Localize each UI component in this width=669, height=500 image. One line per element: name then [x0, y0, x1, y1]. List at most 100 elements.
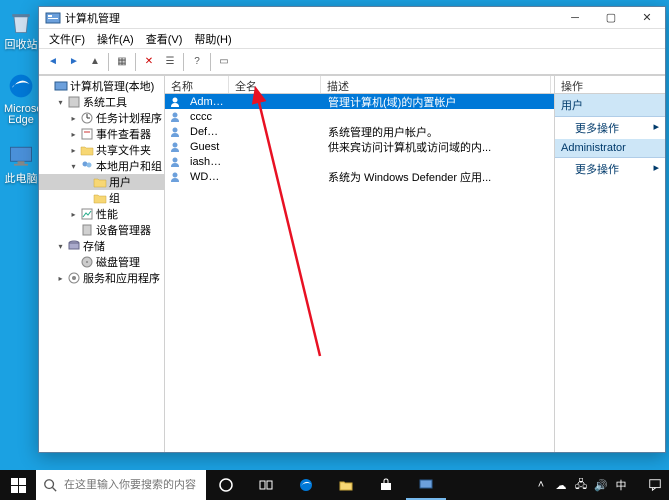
column-header-0[interactable]: 名称 — [165, 76, 229, 93]
tree-label: 设备管理器 — [96, 222, 151, 238]
tree-twisty-icon — [67, 256, 80, 269]
titlebar[interactable]: 计算机管理 ─ ▢ ✕ — [39, 7, 665, 29]
tree-node-4[interactable]: ▸共享文件夹 — [39, 142, 164, 158]
explorer-icon — [338, 477, 354, 493]
taskbar-edge-button[interactable] — [286, 470, 326, 500]
computer-management-window: 计算机管理 ─ ▢ ✕ 文件(F)操作(A)查看(V)帮助(H) ◄ ►▲ ▦ ✕ ☰?… — [38, 6, 666, 453]
search-icon — [36, 478, 64, 492]
action-item-0-0[interactable]: 更多操作 ▸ — [555, 117, 665, 139]
tree-node-12[interactable]: ▸服务和应用程序 — [39, 270, 164, 286]
tree-node-9[interactable]: 设备管理器 — [39, 222, 164, 238]
user-icon — [169, 156, 181, 168]
menu-item-0[interactable]: 文件(F) — [43, 29, 91, 49]
tree-node-3[interactable]: ▸事件查看器 — [39, 126, 164, 142]
tree-node-10[interactable]: ▾存储 — [39, 238, 164, 254]
folder-icon — [93, 191, 107, 205]
tree-twisty-icon[interactable]: ▸ — [54, 272, 67, 285]
cell-desc: 系统为 Windows Defender 应用... — [322, 169, 552, 185]
cell-name: WDAGUtilit... — [184, 171, 230, 183]
menu-item-2[interactable]: 查看(V) — [140, 29, 189, 49]
tree-twisty-icon — [80, 176, 93, 189]
tree-node-11[interactable]: 磁盘管理 — [39, 254, 164, 270]
toolbar-props-button[interactable]: ☰ — [160, 52, 180, 72]
column-header-2[interactable]: 描述 — [321, 76, 551, 93]
tree-twisty-icon[interactable]: ▾ — [54, 240, 67, 253]
tree-node-0[interactable]: 计算机管理(本地) — [39, 78, 164, 94]
user-icon — [169, 111, 181, 123]
tree-node-6[interactable]: 用户 — [39, 174, 164, 190]
tree-node-5[interactable]: ▾本地用户和组 — [39, 158, 164, 174]
desktop-recycle-bin[interactable]: 回收站 — [4, 6, 38, 51]
share-icon — [80, 143, 94, 157]
search-input[interactable] — [64, 479, 206, 491]
user-icon — [169, 126, 181, 138]
tray-ime-icon[interactable]: 中 — [611, 470, 631, 500]
disk-icon — [80, 255, 94, 269]
taskbar: ˄☁🖧🔊中 — [0, 470, 669, 500]
tree-twisty-icon[interactable]: ▸ — [67, 112, 80, 125]
tree-pane[interactable]: 计算机管理(本地)▾系统工具 ▸ 任务计划程序▸事件查看器▸共享文件夹▾本地用户和组… — [39, 76, 165, 452]
desktop-this-pc[interactable]: 此电脑 — [4, 140, 38, 185]
column-header-1[interactable]: 全名 — [229, 76, 321, 93]
user-row-3[interactable]: Guest供来宾访问计算机或访问域的内... — [165, 139, 554, 154]
list-header: 名称全名描述 — [165, 76, 554, 94]
tree-node-8[interactable]: ▸性能 — [39, 206, 164, 222]
tree-twisty-icon[interactable]: ▾ — [54, 96, 67, 109]
user-row-1[interactable]: cccc — [165, 109, 554, 124]
action-item-1-0[interactable]: 更多操作 ▸ — [555, 158, 665, 180]
dev-icon — [80, 223, 94, 237]
taskbar-taskview-button[interactable] — [246, 470, 286, 500]
storage-icon — [67, 239, 81, 253]
close-button[interactable]: ✕ — [629, 7, 665, 29]
toolbar: ◄ ►▲ ▦ ✕ ☰? ▭ — [39, 49, 665, 75]
toolbar-extra-button[interactable]: ▭ — [214, 52, 234, 72]
tree-node-1[interactable]: ▾系统工具 — [39, 94, 164, 110]
tray-up-icon[interactable]: ˄ — [531, 470, 551, 500]
toolbar-forward-button[interactable]: ► — [64, 52, 84, 72]
toolbar-back-button[interactable]: ◄ — [43, 52, 63, 72]
taskbar-store-button[interactable] — [366, 470, 406, 500]
toolbar-help-button[interactable]: ? — [187, 52, 207, 72]
taskbar-search[interactable] — [36, 470, 206, 500]
tree-node-2[interactable]: ▸ 任务计划程序 — [39, 110, 164, 126]
tree-node-7[interactable]: 组 — [39, 190, 164, 206]
tree-twisty-icon[interactable]: ▸ — [67, 144, 80, 157]
action-section-1[interactable]: Administrator — [555, 139, 665, 158]
tree-twisty-icon[interactable]: ▸ — [67, 128, 80, 141]
this-pc-icon — [5, 140, 37, 172]
tree-twisty-icon — [67, 224, 80, 237]
tree-twisty-icon[interactable]: ▸ — [67, 208, 80, 221]
tray-network-icon[interactable]: 🖧 — [571, 470, 591, 500]
user-row-5[interactable]: WDAGUtilit... 系统为 Windows Defender 应用... — [165, 169, 554, 184]
action-center-button[interactable] — [643, 470, 667, 500]
taskbar-cortana-button[interactable] — [206, 470, 246, 500]
action-section-0[interactable]: 用户 — [555, 94, 665, 117]
taskview-icon — [258, 477, 274, 493]
user-row-2[interactable]: DefaultAcc...系统管理的用户帐户。 — [165, 124, 554, 139]
tray-volume-icon[interactable]: 🔊 — [591, 470, 611, 500]
taskbar-mmc-button[interactable] — [406, 470, 446, 500]
user-row-4[interactable]: iashoah — [165, 154, 554, 169]
maximize-button[interactable]: ▢ — [593, 7, 629, 29]
store-icon — [378, 477, 394, 493]
list-body[interactable]: Administrat...管理计算机(域)的内置帐户ccccDefaultAc… — [165, 94, 554, 452]
user-row-0[interactable]: Administrat...管理计算机(域)的内置帐户 — [165, 94, 554, 109]
desktop-edge[interactable]: Microsoft Edge — [4, 70, 38, 126]
toolbar-delete-button[interactable]: ✕ — [139, 52, 159, 72]
tree-twisty-icon[interactable]: ▾ — [67, 160, 80, 173]
taskbar-explorer-button[interactable] — [326, 470, 366, 500]
tree-label: 任务计划程序 — [96, 110, 162, 126]
toolbar-up-button[interactable]: ▲ — [85, 52, 105, 72]
mmc-icon — [45, 10, 61, 26]
minimize-button[interactable]: ─ — [557, 7, 593, 29]
menu-item-1[interactable]: 操作(A) — [91, 29, 140, 49]
toolbar-show-button[interactable]: ▦ — [112, 52, 132, 72]
actions-header: 操作 — [555, 76, 665, 94]
tree-label: 磁盘管理 — [96, 254, 140, 270]
delete-icon: ✕ — [145, 56, 153, 67]
back-icon: ◄ — [48, 56, 58, 67]
tree-label: 组 — [109, 190, 120, 206]
menu-item-3[interactable]: 帮助(H) — [188, 29, 237, 49]
tray-onedrive-icon[interactable]: ☁ — [551, 470, 571, 500]
start-button[interactable] — [0, 470, 36, 500]
